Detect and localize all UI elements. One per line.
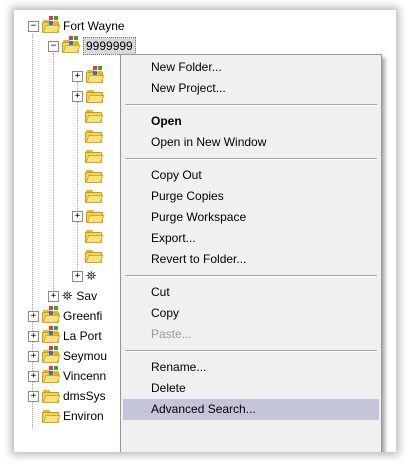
menu-item-copy[interactable]: Copy xyxy=(123,303,379,324)
folder-icon xyxy=(42,389,61,403)
menu-item-paste: Paste... xyxy=(151,327,192,341)
tree-item-label: Seymou xyxy=(63,349,108,363)
folder-icon xyxy=(86,209,105,223)
tree-item-saved-search[interactable]: + ⛯ xyxy=(72,266,100,286)
tree-item-label: 9999999 xyxy=(83,37,136,55)
tree-item-saved-searches[interactable]: + ⛯ Sav xyxy=(48,286,97,306)
folder-icon xyxy=(85,129,104,143)
project-folder-icon xyxy=(62,36,81,53)
tree-item-label: Greenfi xyxy=(63,309,103,323)
tree-item-label: Environ xyxy=(63,409,104,423)
tree-item[interactable] xyxy=(85,246,106,266)
menu-item-copy-out[interactable]: Copy Out xyxy=(123,165,379,186)
tree-item[interactable] xyxy=(85,186,106,206)
screenshot-frame: − Fort Wayne − 9999999 + + + + ⛯ + ⛯ Sav… xyxy=(14,10,396,452)
collapse-icon[interactable]: − xyxy=(28,20,39,32)
tree-item-seymour[interactable]: + Seymou xyxy=(28,346,107,366)
menu-item-purge-workspace[interactable]: Purge Workspace xyxy=(123,207,379,228)
binoculars-icon: ⛯ xyxy=(62,288,73,304)
tree-item[interactable] xyxy=(85,226,106,246)
tree-item[interactable]: + xyxy=(72,86,107,106)
menu-separator xyxy=(125,275,377,277)
tree-item-greenfield[interactable]: + Greenfi xyxy=(28,306,102,326)
folder-icon xyxy=(85,109,104,123)
tree-item-label: Vincenn xyxy=(63,369,107,383)
menu-item-cut[interactable]: Cut xyxy=(123,282,379,303)
menu-item-export[interactable]: Export... xyxy=(123,228,379,249)
expand-icon[interactable]: + xyxy=(28,330,39,342)
menu-item-advanced-search[interactable]: Advanced Search... xyxy=(123,399,379,420)
binoculars-icon: ⛯ xyxy=(86,268,97,284)
folder-icon xyxy=(42,409,61,423)
expand-icon[interactable]: + xyxy=(72,90,83,102)
project-folder-icon xyxy=(42,306,61,323)
folder-icon xyxy=(86,89,105,103)
collapse-icon[interactable]: − xyxy=(48,40,59,52)
menu-item-new-project[interactable]: New Project... xyxy=(123,78,379,99)
tree-item-label: Sav xyxy=(76,289,98,303)
project-folder-icon xyxy=(42,326,61,343)
expand-icon[interactable]: + xyxy=(72,70,83,82)
expand-icon[interactable]: + xyxy=(72,210,83,222)
project-folder-icon xyxy=(42,346,61,363)
expand-icon[interactable]: + xyxy=(48,290,59,302)
tree-item-9999999[interactable]: − 9999999 xyxy=(48,36,136,56)
folder-icon xyxy=(85,169,104,183)
expand-icon[interactable]: + xyxy=(28,310,39,322)
folder-icon xyxy=(85,249,104,263)
menu-separator xyxy=(125,158,377,160)
expand-icon[interactable]: + xyxy=(28,370,39,382)
menu-item-purge-copies[interactable]: Purge Copies xyxy=(123,186,379,207)
tree-item-la-porte[interactable]: + La Port xyxy=(28,326,102,346)
menu-item-revert-to-folder[interactable]: Revert to Folder... xyxy=(123,249,379,270)
tree-item[interactable] xyxy=(85,106,106,126)
folder-icon xyxy=(85,189,104,203)
tree-item-label: dmsSys xyxy=(63,389,106,403)
folder-icon xyxy=(85,149,104,163)
project-folder-icon xyxy=(42,366,61,383)
tree-item[interactable]: + xyxy=(72,206,107,226)
project-folder-icon xyxy=(42,16,61,33)
tree-item[interactable]: + xyxy=(72,66,107,86)
tree-item-label: Fort Wayne xyxy=(63,19,125,33)
tree-item[interactable] xyxy=(85,126,106,146)
tree-connector xyxy=(53,53,54,301)
expand-icon[interactable]: + xyxy=(28,390,39,402)
menu-item-open[interactable]: Open xyxy=(123,111,379,132)
menu-item-delete[interactable]: Delete xyxy=(123,378,379,399)
tree-item[interactable] xyxy=(85,146,106,166)
project-folder-icon xyxy=(86,66,105,83)
tree-item[interactable] xyxy=(85,166,106,186)
menu-item-open-in-new-window[interactable]: Open in New Window xyxy=(123,132,379,153)
tree-item-dmssys[interactable]: + dmsSys xyxy=(28,386,106,406)
expand-icon[interactable]: + xyxy=(28,350,39,362)
context-menu[interactable]: New Folder... New Project... Open Open in N… xyxy=(120,54,382,452)
menu-separator xyxy=(125,104,377,106)
menu-item-rename[interactable]: Rename... xyxy=(123,357,379,378)
tree-item-vincennes[interactable]: + Vincenn xyxy=(28,366,106,386)
tree-item-fort-wayne[interactable]: − Fort Wayne xyxy=(28,16,125,36)
tree-item-environ[interactable]: Environ xyxy=(28,406,104,426)
expand-icon[interactable]: + xyxy=(72,270,83,282)
folder-icon xyxy=(85,229,104,243)
menu-item-new-folder[interactable]: New Folder... xyxy=(123,57,379,78)
tree-item-label: La Port xyxy=(63,329,102,343)
menu-separator xyxy=(125,350,377,352)
